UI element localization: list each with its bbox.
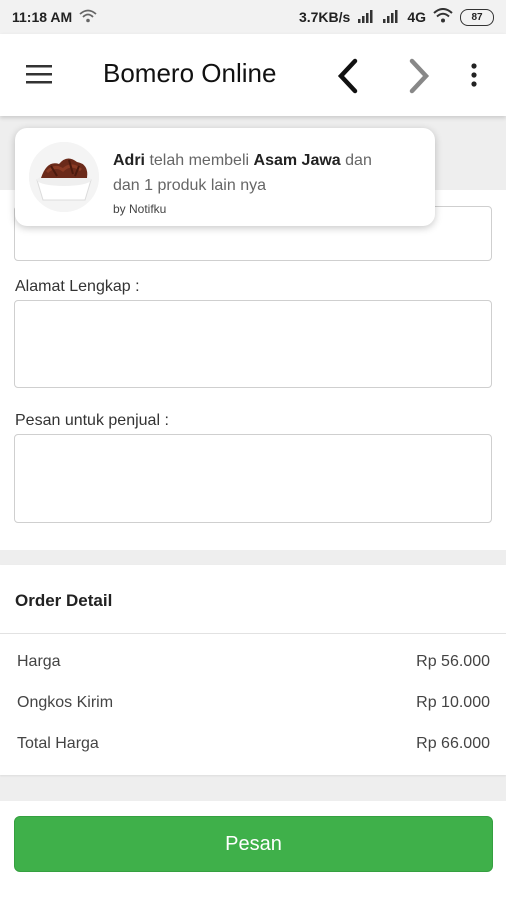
product-thumbnail [29, 142, 99, 212]
message-label: Pesan untuk penjual : [15, 412, 169, 429]
net-speed: 3.7KB/s [298, 9, 351, 25]
order-row-label: Total Harga [17, 735, 99, 752]
status-time: 11:18 AM [12, 9, 73, 25]
battery-level: 87 [471, 11, 483, 23]
notification-message: Adri telah membeli Asam Jawa dan dan 1 p… [113, 148, 425, 198]
message-input[interactable] [14, 434, 492, 523]
order-detail-card: Order Detail Harga Rp 56.000 Ongkos Kiri… [0, 565, 506, 775]
status-right: 3.7KB/s 4G 87 [299, 8, 494, 26]
menu-icon[interactable] [26, 64, 54, 86]
notification-source: by Notifku [113, 202, 167, 216]
buyer-name: Adri [113, 152, 145, 169]
order-button[interactable]: Pesan [14, 816, 493, 872]
order-divider [0, 633, 506, 634]
battery-icon: 87 [460, 8, 494, 26]
signal-icon [357, 9, 375, 26]
order-row-total: Total Harga Rp 66.000 [17, 735, 490, 753]
order-row-value: Rp 10.000 [416, 694, 490, 711]
status-left: 11:18 AM [12, 9, 97, 26]
address-label: Alamat Lengkap : [15, 278, 140, 295]
chevron-left-icon[interactable] [333, 56, 365, 96]
footer-bar: Pesan [0, 801, 506, 900]
notification-text-mid: telah membeli [149, 152, 250, 169]
order-row-shipping: Ongkos Kirim Rp 10.000 [17, 694, 490, 712]
order-row-value: Rp 66.000 [416, 735, 490, 752]
notification-line2: dan 1 produk lain nya [113, 177, 266, 194]
order-row-label: Ongkos Kirim [17, 694, 114, 711]
wifi-icon [433, 8, 453, 26]
product-name: Asam Jawa [253, 152, 341, 169]
chevron-right-icon[interactable] [402, 56, 434, 96]
address-input[interactable] [14, 300, 492, 388]
form-card: Alamat Lengkap : Pesan untuk penjual : [0, 190, 506, 550]
purchase-notification[interactable]: Adri telah membeli Asam Jawa dan dan 1 p… [15, 128, 435, 226]
more-vertical-icon[interactable] [466, 60, 482, 92]
status-bar: 11:18 AM 3.7KB/s 4G 87 [0, 0, 506, 34]
order-row-label: Harga [17, 653, 61, 670]
app-title: Bomero Online [103, 58, 277, 88]
order-detail-title: Order Detail [15, 591, 113, 610]
signal-icon-2 [382, 9, 400, 26]
order-row-price: Harga Rp 56.000 [17, 653, 490, 671]
order-row-value: Rp 56.000 [416, 653, 490, 670]
network-type: 4G [407, 9, 426, 25]
wifi-activity-icon [79, 9, 97, 26]
notification-text-end: dan [345, 152, 372, 169]
content-area: Alamat Lengkap : Pesan untuk penjual : O… [0, 116, 506, 900]
app-bar: Bomero Online [0, 34, 506, 116]
